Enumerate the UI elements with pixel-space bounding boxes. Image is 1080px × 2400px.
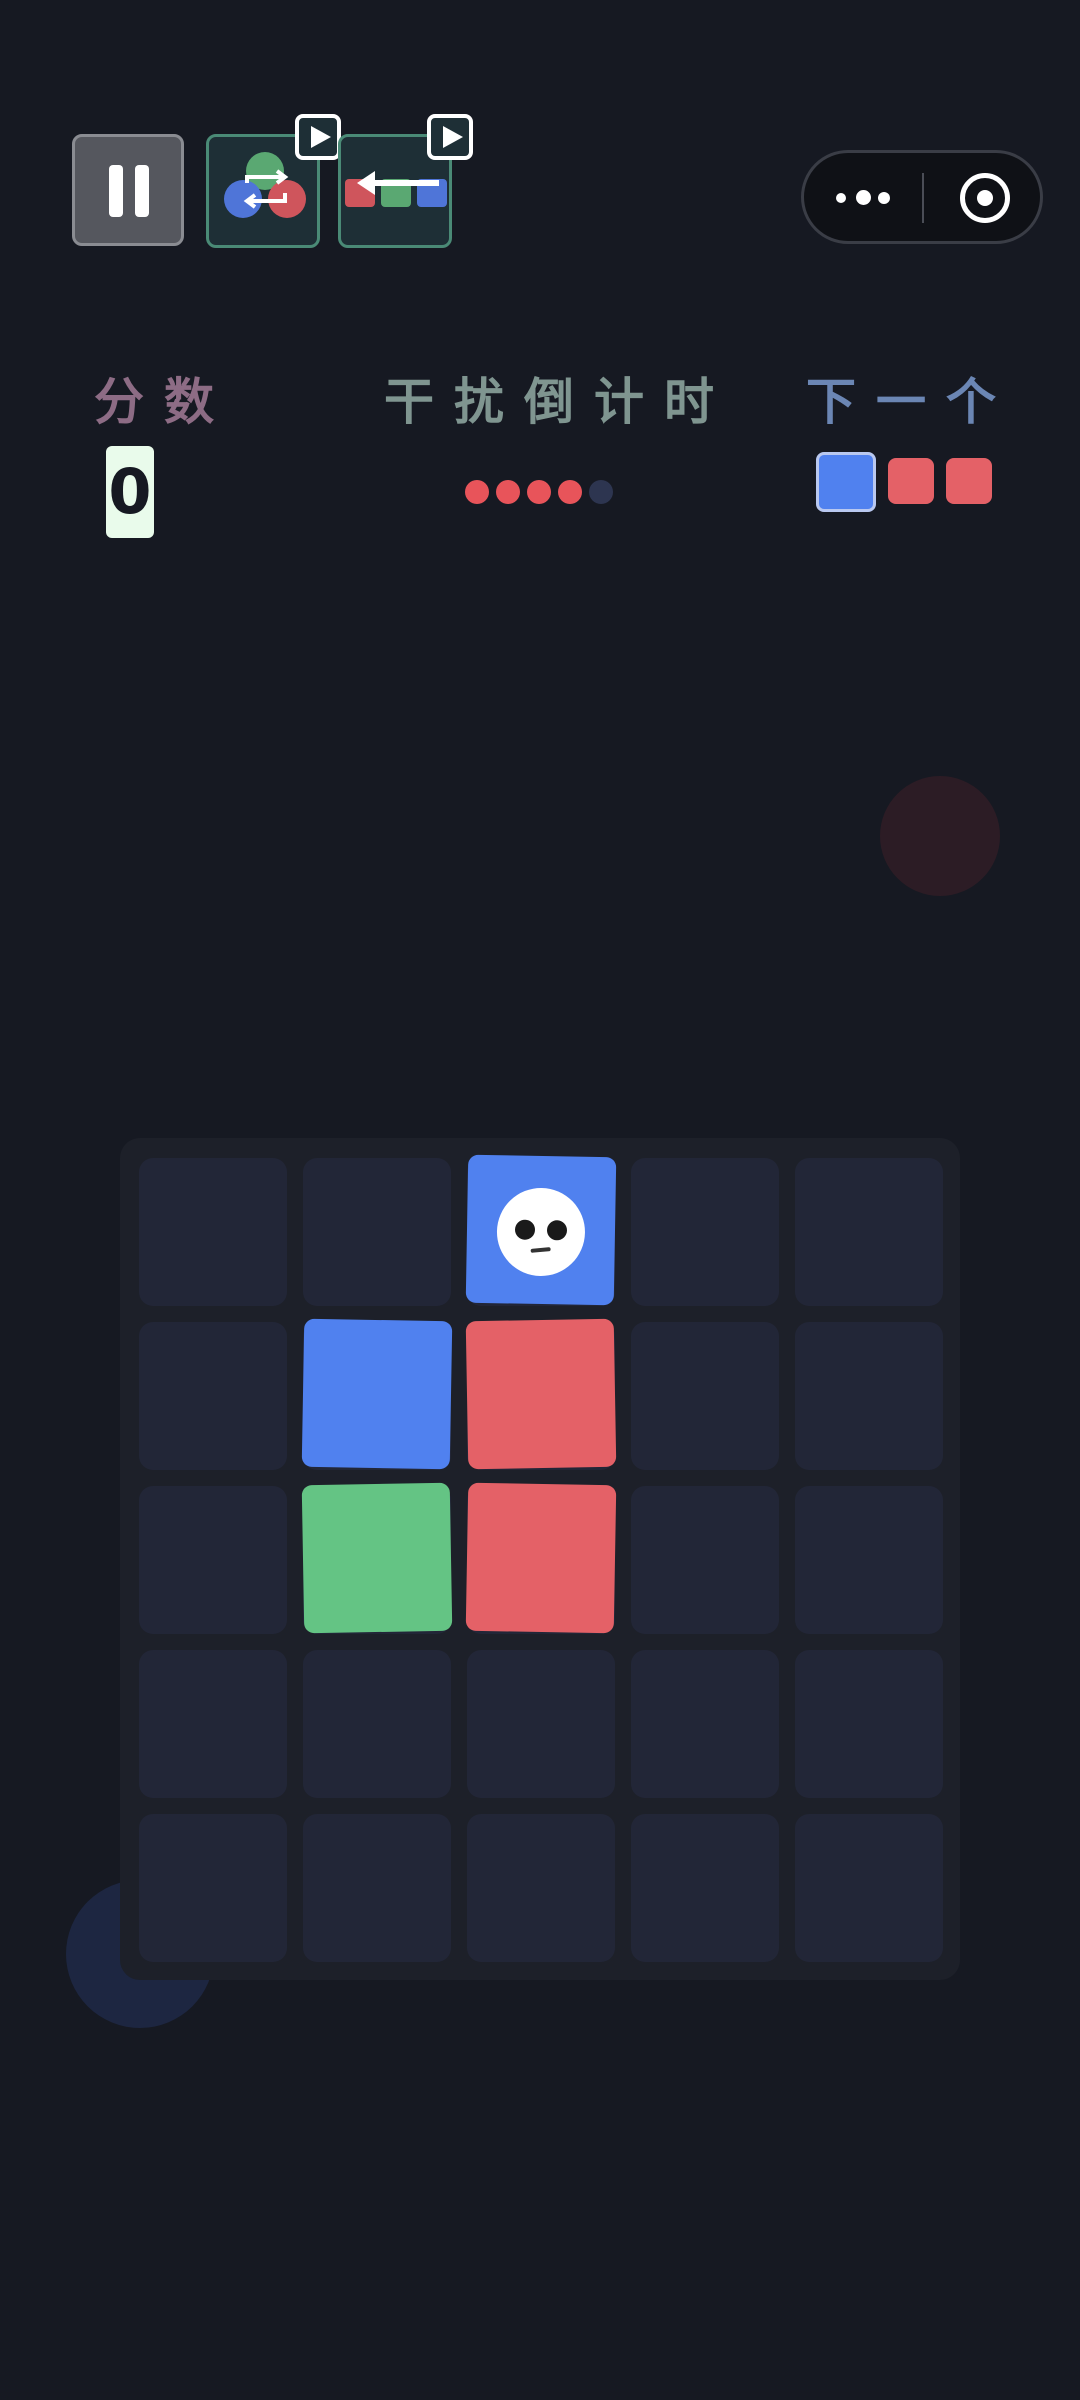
video-play-icon xyxy=(311,126,331,148)
game-board xyxy=(120,1138,960,1980)
board-cell[interactable] xyxy=(795,1322,943,1470)
pause-button[interactable] xyxy=(72,134,184,246)
more-dots-icon[interactable] xyxy=(836,187,892,209)
next-block-blue xyxy=(816,452,876,512)
board-cell[interactable] xyxy=(467,1650,615,1798)
board-cell[interactable] xyxy=(795,1814,943,1962)
board-cell[interactable] xyxy=(139,1322,287,1470)
next-block-red xyxy=(888,458,934,504)
face-feature xyxy=(546,1220,568,1241)
face-feature xyxy=(530,1247,551,1253)
board-cell[interactable] xyxy=(631,1814,779,1962)
board-cell[interactable] xyxy=(795,1158,943,1306)
board-cell[interactable] xyxy=(303,1650,451,1798)
decorative-circle-red xyxy=(880,776,1000,896)
board-cell[interactable] xyxy=(795,1486,943,1634)
target-circle-center xyxy=(977,190,993,206)
face-icon xyxy=(496,1187,586,1277)
capsule-divider xyxy=(922,173,924,223)
board-cell[interactable] xyxy=(139,1814,287,1962)
block-red[interactable] xyxy=(465,1482,617,1634)
board-cell[interactable] xyxy=(631,1158,779,1306)
countdown-label: 干扰倒计时 xyxy=(384,373,734,431)
video-play-badge-2[interactable] xyxy=(427,114,473,160)
block-blue[interactable] xyxy=(301,1318,453,1470)
countdown-dot xyxy=(527,480,551,504)
video-play-icon xyxy=(443,126,463,148)
score-label: 分数 xyxy=(94,373,234,431)
board-cell[interactable] xyxy=(139,1650,287,1798)
board-cell[interactable] xyxy=(303,1158,451,1306)
board-cell[interactable] xyxy=(467,1814,615,1962)
pause-icon xyxy=(109,165,123,217)
face-feature xyxy=(514,1219,536,1240)
board-cell[interactable] xyxy=(139,1158,287,1306)
block-green[interactable] xyxy=(301,1482,453,1634)
board-cell[interactable] xyxy=(631,1486,779,1634)
board-cell[interactable] xyxy=(795,1650,943,1798)
score-value: 0 xyxy=(106,446,154,538)
block-blue[interactable] xyxy=(465,1154,617,1306)
countdown-dot xyxy=(465,480,489,504)
countdown-dot xyxy=(589,480,613,504)
block-red[interactable] xyxy=(465,1318,617,1470)
next-block-red xyxy=(946,458,992,504)
pause-icon-bar xyxy=(135,165,149,217)
board-cell[interactable] xyxy=(139,1486,287,1634)
next-label: 下一个 xyxy=(806,373,1016,431)
video-play-badge-1[interactable] xyxy=(295,114,341,160)
board-cell[interactable] xyxy=(631,1322,779,1470)
countdown-dot xyxy=(558,480,582,504)
board-cell[interactable] xyxy=(303,1814,451,1962)
mini-program-capsule xyxy=(801,150,1043,244)
board-cell[interactable] xyxy=(631,1650,779,1798)
countdown-dot xyxy=(496,480,520,504)
